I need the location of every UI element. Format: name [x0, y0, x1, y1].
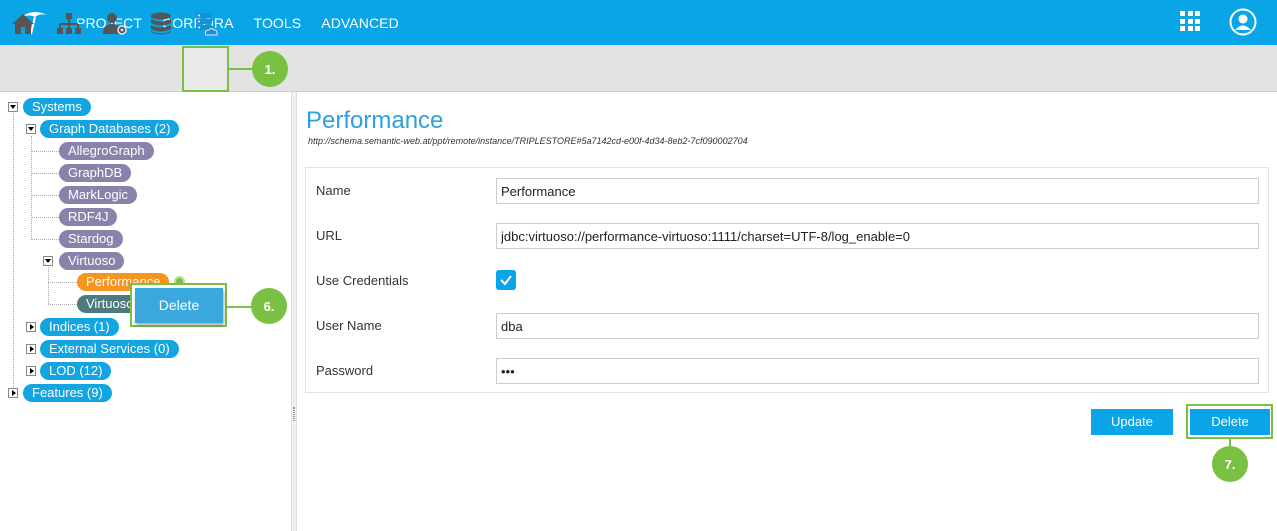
- tree-node-lod[interactable]: LOD (12): [40, 362, 112, 380]
- url-label: URL: [316, 228, 343, 243]
- toggle-external-services[interactable]: [26, 344, 36, 354]
- triplestore-icon[interactable]: [193, 11, 219, 37]
- apps-grid-icon[interactable]: [1180, 11, 1200, 31]
- user-account-icon[interactable]: [1229, 8, 1257, 36]
- use-credentials-checkbox[interactable]: [496, 270, 516, 290]
- tree-node-external-services[interactable]: External Services (0): [40, 340, 179, 358]
- tree-node-indices[interactable]: Indices (1): [40, 318, 119, 336]
- delete-button[interactable]: Delete: [1190, 409, 1270, 435]
- active-tool-highlight: [182, 46, 229, 92]
- toggle-virtuoso[interactable]: [43, 256, 53, 266]
- database-icon[interactable]: [148, 11, 174, 37]
- tree-node-systems[interactable]: Systems: [23, 98, 91, 116]
- name-label: Name: [316, 183, 351, 198]
- password-label: Password: [316, 363, 374, 378]
- password-input[interactable]: [496, 358, 1259, 384]
- pane-splitter[interactable]: [291, 92, 297, 531]
- callout-6-line: [227, 306, 252, 308]
- use-credentials-label: Use Credentials: [316, 273, 409, 288]
- user-settings-icon[interactable]: [102, 11, 128, 37]
- tree-node-allegrograph[interactable]: AllegroGraph: [59, 142, 154, 160]
- url-input[interactable]: [496, 223, 1259, 249]
- resource-uri: http://schema.semantic-web.at/ppt/remote…: [308, 136, 748, 146]
- name-input[interactable]: [496, 178, 1259, 204]
- tree-node-features[interactable]: Features (9): [23, 384, 112, 402]
- tree-node-stardog[interactable]: Stardog: [59, 230, 123, 248]
- callout-7: 7.: [1212, 446, 1248, 482]
- toggle-graph-databases[interactable]: [26, 124, 36, 134]
- update-button[interactable]: Update: [1091, 409, 1173, 435]
- tree-node-marklogic[interactable]: MarkLogic: [59, 186, 137, 204]
- context-menu: Delete: [130, 283, 227, 327]
- top-bar: PROJECT CORPORA TOOLS ADVANCED: [0, 0, 1277, 45]
- toggle-systems[interactable]: [8, 102, 18, 112]
- context-delete-button[interactable]: Delete: [135, 288, 223, 323]
- page-title: Performance: [306, 107, 444, 134]
- triplestore-form: Name URL Use Credentials User Name Passw…: [305, 167, 1269, 393]
- nav-advanced[interactable]: ADVANCED: [321, 15, 399, 31]
- toggle-lod[interactable]: [26, 366, 36, 376]
- callout-1-line: [229, 68, 253, 70]
- toggle-features[interactable]: [8, 388, 18, 398]
- callout-1: 1.: [252, 51, 288, 87]
- toggle-indices[interactable]: [26, 322, 36, 332]
- nav-tools[interactable]: TOOLS: [254, 15, 302, 31]
- tree-node-virtuoso[interactable]: Virtuoso: [59, 252, 125, 270]
- username-label: User Name: [316, 318, 382, 333]
- home-icon[interactable]: [10, 11, 36, 37]
- callout-6: 6.: [251, 288, 287, 324]
- username-input[interactable]: [496, 313, 1259, 339]
- tree-node-graph-databases[interactable]: Graph Databases (2): [40, 120, 180, 138]
- sitemap-icon[interactable]: [56, 11, 82, 37]
- tree-node-graphdb[interactable]: GraphDB: [59, 164, 132, 182]
- tree-node-rdf4j[interactable]: RDF4J: [59, 208, 118, 226]
